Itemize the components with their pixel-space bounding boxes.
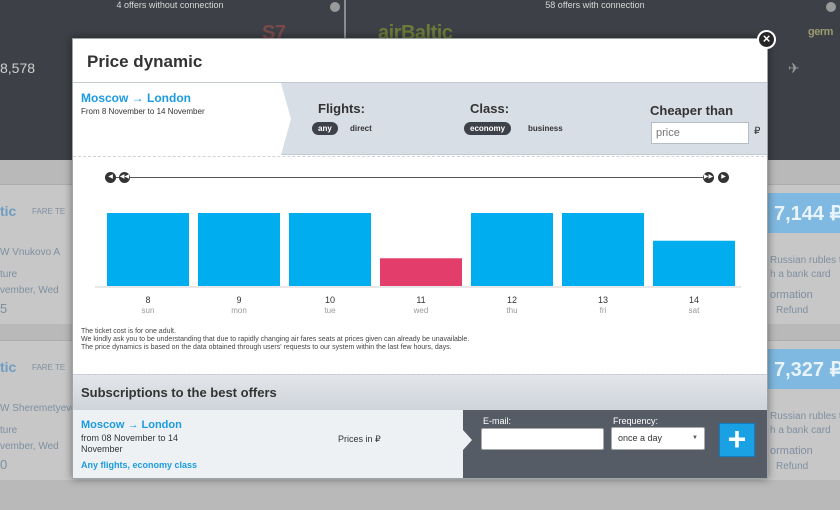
- price-bar[interactable]: [107, 213, 189, 286]
- bg-left-price: 8,578: [0, 60, 36, 76]
- day-label: 14: [689, 295, 699, 305]
- frequency-select[interactable]: once a day ▼: [611, 427, 705, 450]
- subscription-form: E-mail: Frequency: once a day ▼ +: [463, 410, 767, 478]
- bg-close-dot: [330, 2, 340, 12]
- day-label: 11: [416, 295, 425, 305]
- subscription-route: Moscow → London: [81, 419, 182, 431]
- weekday-label: wed: [413, 306, 429, 315]
- prices-in-label: Prices in ₽: [338, 434, 381, 444]
- weekday-label: sun: [142, 306, 155, 315]
- chart-notes: The ticket cost is for one adult. We kin…: [81, 328, 469, 352]
- note-line: We kindly ask you to be understanding th…: [81, 336, 470, 343]
- subscription-dates: from 08 November to 14 November: [81, 433, 179, 454]
- add-subscription-button[interactable]: +: [719, 423, 755, 457]
- price-bar[interactable]: [289, 213, 371, 286]
- price-bar[interactable]: [471, 213, 553, 286]
- weekday-label: thu: [506, 306, 517, 315]
- weekday-label: sat: [689, 306, 700, 315]
- offers-without-connection-label: 4 offers without connection: [116, 0, 224, 10]
- form-arrow: [463, 430, 472, 450]
- weekday-label: fri: [600, 306, 607, 315]
- offers-with-connection-label: 58 offers with connection: [545, 0, 645, 10]
- subscriptions-header: Subscriptions to the best offers: [73, 374, 767, 410]
- day-label: 10: [325, 295, 335, 305]
- plane-icon: ✈: [788, 60, 800, 76]
- day-label: 9: [236, 295, 241, 305]
- airline-logo-germ: germ: [808, 26, 833, 38]
- bg-close-dot: [826, 2, 836, 12]
- price-bar[interactable]: [198, 213, 280, 286]
- note-line: The ticket cost is for one adult.: [81, 328, 176, 335]
- weekday-label: tue: [324, 306, 336, 315]
- weekday-label: mon: [231, 306, 247, 315]
- frequency-label: Frequency:: [613, 416, 659, 426]
- day-label: 8: [145, 295, 150, 305]
- chevron-down-icon: ▼: [692, 435, 698, 441]
- price-bar[interactable]: [562, 213, 644, 286]
- email-field[interactable]: [481, 428, 604, 450]
- frequency-value: once a day: [618, 433, 663, 443]
- close-icon[interactable]: ×: [757, 30, 776, 49]
- price-dynamic-modal: Price dynamic Moscow → London From 8 Nov…: [72, 38, 768, 479]
- price-bar-chart: 8sun 9mon 10tue 11wed 12thu 13fri 14sat: [95, 213, 741, 315]
- price-bar[interactable]: [653, 240, 735, 286]
- subscription-options: Any flights, economy class: [81, 460, 198, 470]
- day-label: 13: [598, 295, 608, 305]
- email-label: E-mail:: [483, 416, 512, 426]
- subscriptions-title: Subscriptions to the best offers: [81, 385, 277, 400]
- subscription-row: Moscow → London from 08 November to 14 N…: [73, 410, 767, 478]
- note-line: The price dynamics is based on the data …: [81, 344, 452, 351]
- price-bar[interactable]: [380, 258, 462, 286]
- day-label: 12: [507, 295, 517, 305]
